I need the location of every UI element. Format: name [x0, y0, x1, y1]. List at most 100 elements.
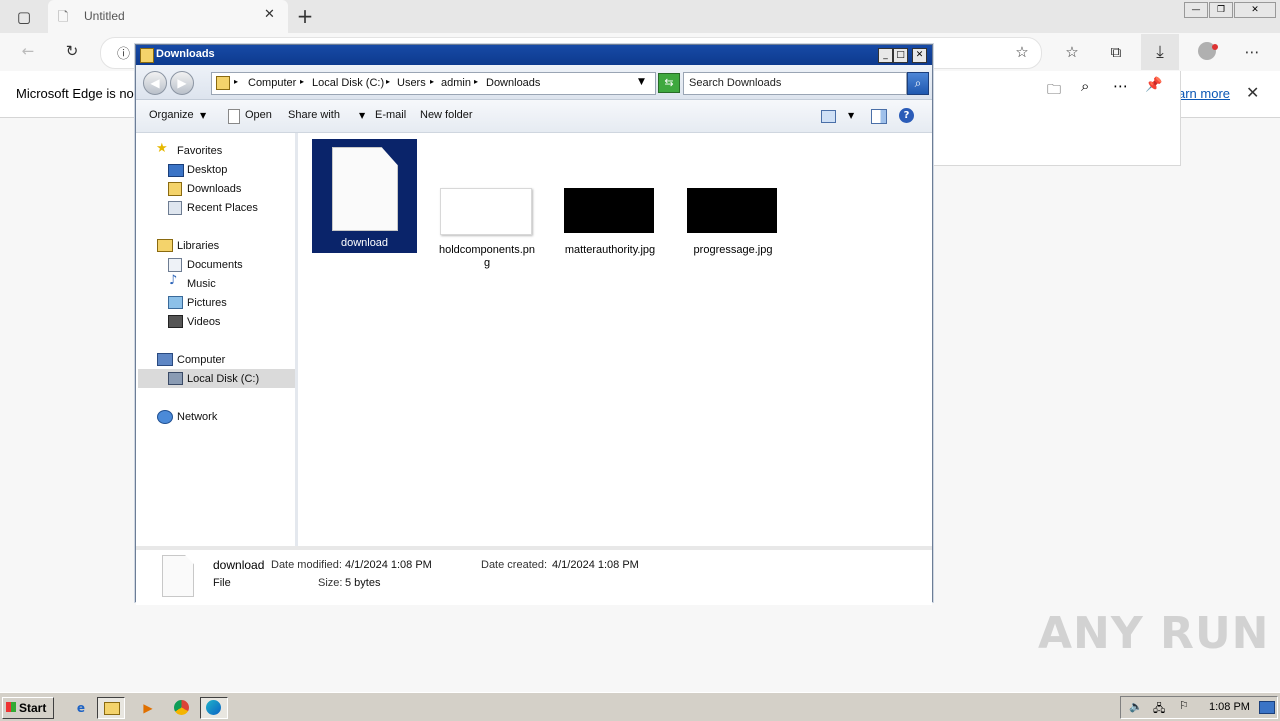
explorer-taskbar-button[interactable] — [97, 697, 125, 719]
downloads-panel: 🗀 ⌕ ⋯ 📌 — [930, 71, 1181, 166]
blank-document-icon — [332, 147, 398, 231]
nav-recent-places[interactable]: Recent Places — [187, 202, 258, 214]
close-icon[interactable]: ✕ — [912, 48, 927, 63]
refresh-icon[interactable]: ↻ — [60, 39, 84, 63]
chevron-right-icon[interactable]: ▸ — [300, 77, 304, 86]
close-tab-icon[interactable]: ✕ — [264, 7, 275, 22]
share-with-button[interactable]: Share with — [288, 109, 340, 121]
command-bar: Organize ▼ Open Share with ▼ E-mail New … — [136, 100, 932, 133]
refresh-icon[interactable]: ⇆ — [658, 73, 680, 93]
more-menu-icon[interactable]: ⋯ — [1240, 40, 1264, 64]
details-size-value: 5 bytes — [345, 577, 381, 589]
volume-icon[interactable]: 🔈 — [1129, 700, 1143, 713]
pin-icon[interactable]: 📌 — [1145, 77, 1162, 93]
search-box[interactable]: Search Downloads — [683, 72, 907, 95]
breadcrumb-local-disk[interactable]: Local Disk (C:) — [312, 77, 384, 89]
browser-tab-strip: ▢ 🗋 Untitled ✕ + — ❐ ✕ — [0, 0, 1280, 33]
nav-network[interactable]: Network — [177, 411, 217, 423]
breadcrumb-users[interactable]: Users — [397, 77, 426, 89]
back-icon[interactable]: ← — [16, 39, 40, 63]
nav-pictures[interactable]: Pictures — [187, 297, 227, 309]
explorer-title-bar[interactable]: Downloads _ □ ✕ — [136, 45, 932, 65]
windows-logo-icon — [6, 702, 16, 712]
close-infobar-icon[interactable]: ✕ — [1246, 83, 1259, 102]
file-list: download holdcomponents.png matterauthor… — [298, 133, 928, 546]
add-favorite-icon[interactable]: ☆ — [1010, 40, 1034, 64]
nav-videos[interactable]: Videos — [187, 316, 220, 328]
back-icon[interactable]: ◀ — [143, 71, 167, 95]
organize-button[interactable]: Organize — [149, 109, 194, 121]
search-placeholder: Search Downloads — [689, 77, 782, 89]
profile-alert-dot — [1212, 44, 1218, 50]
flag-icon[interactable]: ⚐ — [1179, 699, 1189, 712]
show-desktop-icon[interactable] — [1259, 701, 1275, 714]
nav-local-disk: Local Disk (C:) — [187, 373, 260, 385]
chevron-down-icon[interactable]: ▼ — [638, 77, 645, 87]
drive-icon — [168, 372, 183, 385]
new-tab-icon[interactable]: + — [293, 4, 317, 28]
navigation-pane: ★ Favorites Desktop Downloads Recent Pla… — [138, 133, 298, 546]
breadcrumb[interactable]: ▸ Computer ▸ Local Disk (C:) ▸ Users ▸ a… — [211, 72, 656, 95]
nav-item-local-disk[interactable]: Local Disk (C:) — [138, 369, 295, 388]
navigation-bar: ◀ ▶ ▸ Computer ▸ Local Disk (C:) ▸ Users… — [136, 65, 932, 100]
file-name: download — [340, 237, 389, 249]
image-thumbnail — [687, 188, 777, 233]
breadcrumb-admin[interactable]: admin — [441, 77, 471, 89]
preview-pane-icon[interactable] — [871, 109, 887, 124]
new-folder-button[interactable]: New folder — [420, 109, 473, 121]
collections-icon[interactable]: ⧉ — [1104, 40, 1128, 64]
details-pane: download Date modified: 4/1/2024 1:08 PM… — [136, 546, 932, 605]
chevron-down-icon[interactable]: ▼ — [359, 111, 365, 120]
search-downloads-icon[interactable]: ⌕ — [1081, 77, 1089, 95]
start-button[interactable]: Start — [2, 697, 54, 719]
nav-documents[interactable]: Documents — [187, 259, 243, 271]
breadcrumb-computer[interactable]: Computer — [248, 77, 296, 89]
media-player-icon[interactable]: ▶ — [134, 697, 162, 719]
nav-desktop[interactable]: Desktop — [187, 164, 227, 176]
chevron-right-icon[interactable]: ▸ — [430, 77, 434, 86]
minimize-window-icon[interactable]: — — [1184, 2, 1208, 18]
nav-favorites[interactable]: Favorites — [177, 145, 222, 157]
chevron-down-icon[interactable]: ▼ — [200, 111, 206, 120]
breadcrumb-downloads[interactable]: Downloads — [486, 77, 540, 89]
star-icon: ★ — [156, 141, 168, 156]
search-icon[interactable]: ⌕ — [907, 72, 929, 95]
clock[interactable]: 1:08 PM — [1209, 701, 1250, 713]
documents-icon — [168, 258, 182, 272]
file-item-download[interactable]: download — [312, 139, 417, 253]
chrome-icon[interactable] — [168, 697, 196, 719]
ie-icon[interactable]: e — [67, 697, 95, 719]
forward-icon[interactable]: ▶ — [170, 71, 194, 95]
chevron-right-icon[interactable]: ▸ — [386, 77, 390, 86]
info-icon[interactable]: ⓘ — [117, 43, 130, 62]
email-button[interactable]: E-mail — [375, 109, 406, 121]
nav-downloads[interactable]: Downloads — [187, 183, 241, 195]
edge-taskbar-button[interactable] — [200, 697, 228, 719]
restore-window-icon[interactable]: ❐ — [1209, 2, 1233, 18]
file-item-holdcomponents[interactable]: holdcomponents.png — [437, 139, 537, 269]
panel-more-icon[interactable]: ⋯ — [1113, 77, 1128, 95]
nav-computer[interactable]: Computer — [177, 354, 225, 366]
chevron-right-icon[interactable]: ▸ — [234, 77, 238, 86]
info-bar-text: Microsoft Edge is no — [16, 86, 134, 101]
chevron-down-icon[interactable]: ▼ — [848, 111, 854, 120]
nav-libraries[interactable]: Libraries — [177, 240, 219, 252]
favorites-icon[interactable]: ☆ — [1060, 40, 1084, 64]
tab-actions-icon[interactable]: ▢ — [12, 5, 36, 29]
close-window-icon[interactable]: ✕ — [1234, 2, 1276, 18]
nav-music[interactable]: Music — [187, 278, 216, 290]
minimize-icon[interactable]: _ — [878, 48, 893, 63]
file-name: matterauthority.jpg — [564, 244, 656, 256]
downloads-button[interactable]: ⤓ — [1141, 34, 1179, 70]
network-tray-icon[interactable]: 🖧 — [1153, 700, 1165, 719]
chevron-right-icon[interactable]: ▸ — [474, 77, 478, 86]
file-item-matterauthority[interactable]: matterauthority.jpg — [560, 139, 660, 256]
browser-tab[interactable]: 🗋 Untitled ✕ — [48, 0, 288, 33]
learn-more-link[interactable]: arn more — [1178, 86, 1230, 101]
help-icon[interactable]: ? — [899, 108, 914, 123]
file-item-progressage[interactable]: progressage.jpg — [683, 139, 783, 256]
open-button[interactable]: Open — [245, 109, 272, 121]
maximize-icon[interactable]: □ — [893, 48, 908, 63]
view-options-icon[interactable] — [821, 110, 836, 123]
open-folder-icon[interactable]: 🗀 — [1047, 79, 1061, 103]
